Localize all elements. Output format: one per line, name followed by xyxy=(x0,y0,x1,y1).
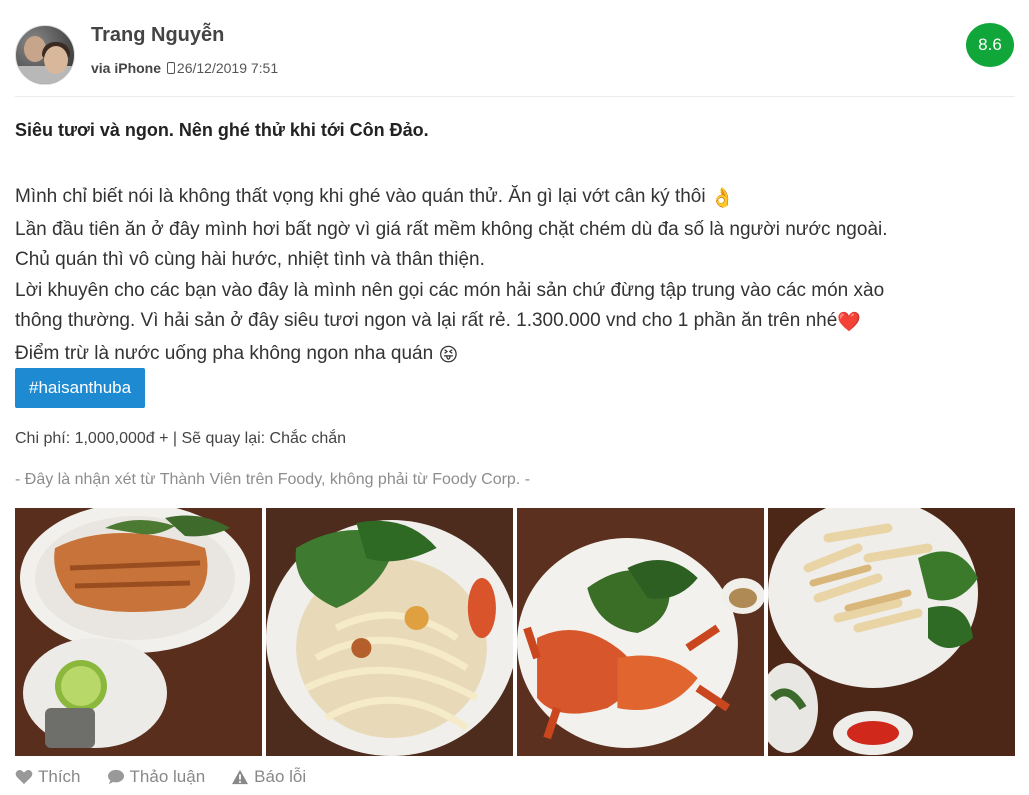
body-line: thông thường. Vì hải sản ở đây siêu tươi… xyxy=(15,306,1015,339)
heart-emoji: ❤️ xyxy=(837,312,861,333)
disclaimer: - Đây là nhận xét từ Thành Viên trên Foo… xyxy=(15,471,531,488)
photo-fried-squid[interactable] xyxy=(768,508,1015,756)
avatar[interactable] xyxy=(15,25,75,85)
report-label: Báo lỗi xyxy=(254,767,307,786)
body-line: Lần đầu tiên ăn ở đây mình hơi bất ngờ v… xyxy=(15,218,888,240)
like-label: Thích xyxy=(38,767,81,786)
speech-bubble-icon xyxy=(107,769,124,785)
phone-icon xyxy=(166,62,175,74)
review-body: Mình chỉ biết nói là không thất vọng khi… xyxy=(15,182,1015,371)
photo-mantis-shrimp[interactable] xyxy=(15,508,262,756)
discuss-label: Thảo luận xyxy=(129,767,206,786)
author-name[interactable]: Trang Nguyễn xyxy=(91,24,224,47)
like-button[interactable]: Thích xyxy=(15,767,81,787)
report-button[interactable]: Báo lỗi xyxy=(231,767,306,787)
photo-gallery xyxy=(15,508,1015,756)
review-date: 26/12/2019 7:51 xyxy=(176,60,279,76)
body-line: Mình chỉ biết nói là không thất vọng khi… xyxy=(15,182,1015,215)
via-device: via iPhone xyxy=(91,60,162,76)
heart-icon xyxy=(15,769,33,785)
review-title: Siêu tươi và ngon. Nên ghé thử khi tới C… xyxy=(15,120,429,140)
warning-icon xyxy=(232,769,249,785)
body-line: Lời khuyên cho các bạn vào đây là mình n… xyxy=(15,279,885,301)
review-meta: via iPhone 26/12/2019 7:51 xyxy=(91,60,278,76)
photo-noodles[interactable] xyxy=(266,508,513,756)
cost-return-info: Chi phí: 1,000,000đ + | Sẽ quay lại: Chắ… xyxy=(15,430,347,447)
divider xyxy=(15,96,1015,97)
body-line: Chủ quán thì vô cùng hài hước, nhiệt tìn… xyxy=(15,249,485,270)
review-header: Trang Nguyễn via iPhone 26/12/2019 7:51 … xyxy=(15,23,1015,95)
body-line: Điểm trừ là nước uống pha không ngon nha… xyxy=(15,339,1015,372)
discuss-button[interactable]: Thảo luận xyxy=(107,767,206,787)
hashtag-button[interactable]: #haisanthuba xyxy=(15,368,146,408)
tongue-emoji: 😝 xyxy=(438,344,459,366)
review-actions: Thích Thảo luận Báo lỗi xyxy=(15,767,306,787)
ok-hand-emoji: 👌 xyxy=(710,188,735,209)
score-badge: 8.6 xyxy=(966,23,1014,67)
photo-crab[interactable] xyxy=(517,508,764,756)
